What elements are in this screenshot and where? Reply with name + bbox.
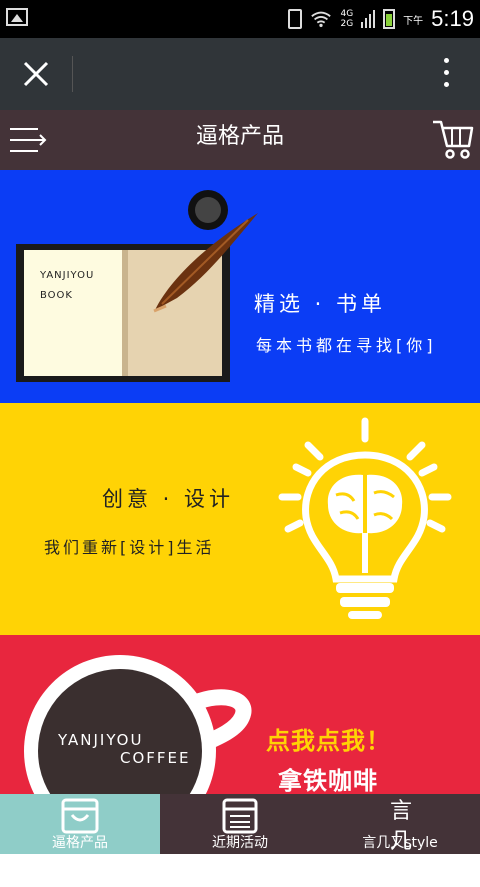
- banner-book-list[interactable]: YANJIYOU BOOK 精选 · 书单 每本书都在寻找[你]: [0, 170, 480, 403]
- banner-design-subtitle: 我们重新[设计]生活: [44, 538, 215, 557]
- banner-design-title: 创意 · 设计: [102, 487, 235, 511]
- close-icon[interactable]: [18, 56, 54, 92]
- more-options-icon[interactable]: [444, 58, 450, 92]
- brand-logo-icon: 言几又: [389, 799, 412, 884]
- banner-book-title: 精选 · 书单: [254, 292, 387, 316]
- banner-coffee[interactable]: YANJIYOU COFFEE 点我点我！ 拿铁咖啡: [0, 635, 480, 794]
- network-bottom: 2G: [340, 19, 354, 29]
- wifi-icon: [311, 11, 332, 28]
- banner-creative-design[interactable]: 创意 · 设计 我们重新[设计]生活: [0, 403, 480, 635]
- book-brand: YANJIYOU: [40, 270, 95, 281]
- book-cover-text: YANJIYOU BOOK: [40, 266, 94, 306]
- vibrate-icon: [288, 9, 303, 29]
- tab-events[interactable]: 近期活动: [160, 794, 320, 854]
- network-indicator: 4G 2G: [340, 9, 353, 29]
- time-ampm: 下午: [403, 15, 424, 27]
- signal-icon: [361, 10, 376, 28]
- status-right: 4G 2G 下午 5:19: [288, 0, 474, 38]
- lightbulb-brain-icon: [278, 417, 452, 619]
- coffee-cup-illustration: [24, 655, 252, 794]
- tab-products-label: 逼格产品: [52, 835, 108, 851]
- page-title: 逼格产品: [195, 124, 284, 149]
- book-label: BOOK: [40, 290, 73, 301]
- app-header: 逼格产品: [0, 110, 480, 170]
- browser-toolbar: [0, 38, 480, 110]
- tab-products[interactable]: 逼格产品: [0, 794, 160, 854]
- tab-events-label: 近期活动: [212, 835, 268, 851]
- cart-icon[interactable]: [432, 116, 474, 162]
- bottom-tab-bar: 逼格产品 近期活动 言几又 言几又style: [0, 794, 480, 884]
- tab-style-label: 言几又style: [362, 835, 438, 851]
- status-time: 5:19: [431, 6, 474, 31]
- status-bar: 4G 2G 下午 5:19: [0, 0, 480, 38]
- coffee-cup-text: YANJIYOU COFFEE: [58, 731, 191, 767]
- coffee-label: COFFEE: [120, 749, 191, 767]
- network-top: 4G: [340, 9, 354, 19]
- calendar-icon: [222, 798, 258, 834]
- coffee-brand: YANJIYOU: [58, 731, 144, 749]
- banner-coffee-title: 点我点我！: [266, 727, 391, 755]
- tab-style[interactable]: 言几又 言几又style: [320, 794, 480, 884]
- toolbar-divider: [72, 56, 73, 92]
- banner-book-subtitle: 每本书都在寻找[你]: [256, 336, 437, 355]
- gallery-icon: [6, 8, 28, 26]
- bag-icon: [61, 798, 99, 834]
- battery-icon: [383, 9, 396, 29]
- banner-coffee-subtitle: 拿铁咖啡: [278, 767, 378, 794]
